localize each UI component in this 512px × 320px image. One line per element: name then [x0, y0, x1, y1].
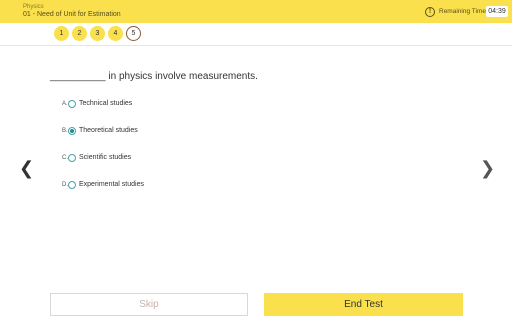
end-test-button[interactable]: End Test [264, 293, 463, 316]
question-text: __________ in physics involve measuremen… [50, 71, 258, 82]
question-number-3[interactable]: 3 [90, 26, 105, 41]
skip-button[interactable]: Skip [50, 293, 248, 316]
question-number-4[interactable]: 4 [108, 26, 123, 41]
topic-title: 01 - Need of Unit for Estimation [23, 11, 121, 18]
option-label: Theoretical studies [79, 127, 138, 134]
question-number-1[interactable]: 1 [54, 26, 69, 41]
header-bar: Physics 01 - Need of Unit for Estimation… [0, 0, 512, 23]
question-navigator: 1 2 3 4 5 [54, 26, 144, 41]
option-label: Scientific studies [79, 154, 132, 161]
radio-button[interactable] [68, 154, 76, 162]
radio-button[interactable] [68, 100, 76, 108]
radio-button[interactable] [68, 181, 76, 189]
option-label: Experimental studies [79, 181, 144, 188]
option-label: Technical studies [79, 100, 133, 107]
question-number-5[interactable]: 5 [126, 26, 141, 41]
question-number-2[interactable]: 2 [72, 26, 87, 41]
radio-button-selected[interactable] [68, 127, 76, 135]
remaining-time-label: Remaining Time: [439, 8, 488, 15]
subject-label: Physics [23, 4, 44, 10]
divider [0, 45, 512, 46]
option-letter: B. [62, 128, 68, 134]
remaining-time-value: 04:39 [486, 6, 508, 17]
chevron-left-icon[interactable]: ❮ [19, 158, 34, 179]
info-icon: ! [425, 7, 435, 17]
option-letter: A. [62, 101, 68, 107]
chevron-right-icon[interactable]: ❯ [480, 158, 495, 179]
